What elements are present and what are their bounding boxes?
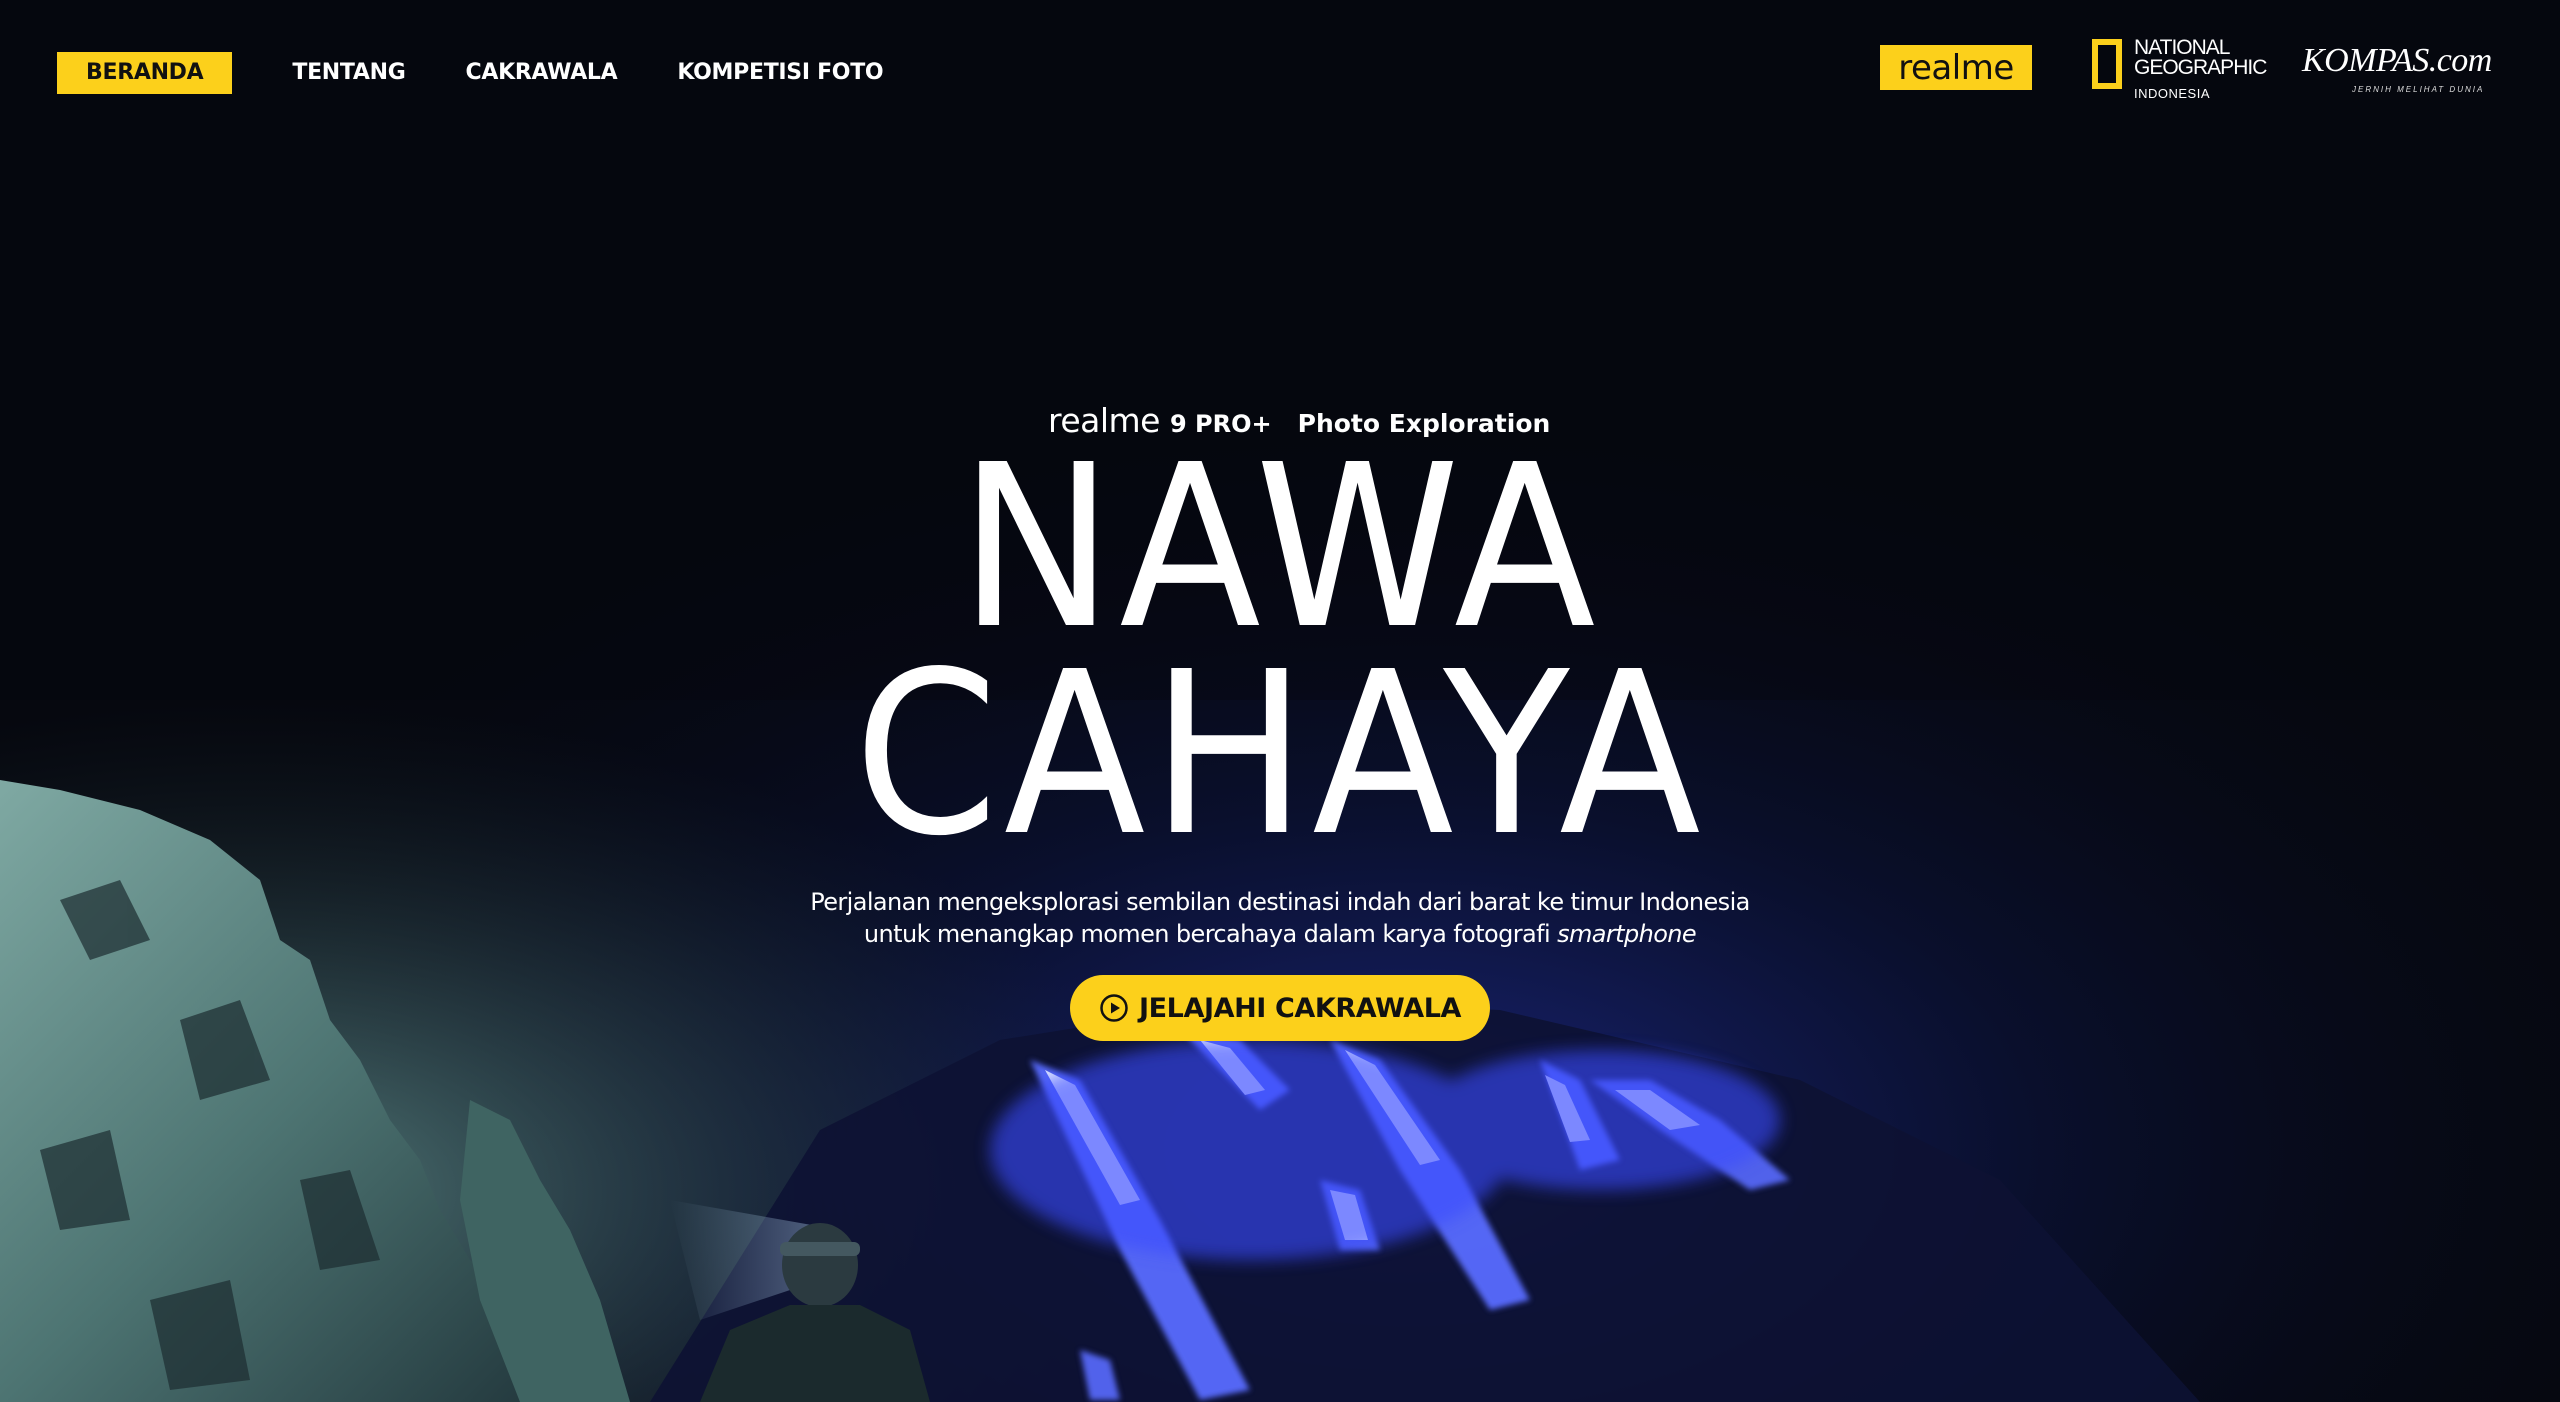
hero-description: Perjalanan mengeksplorasi sembilan desti… [0, 886, 2560, 950]
description-emphasis: smartphone [1557, 920, 1697, 948]
nav-item-beranda[interactable]: BERANDA [57, 52, 233, 94]
nav-item-kompetisi-foto[interactable]: KOMPETISI FOTO [677, 52, 883, 94]
realme-logo[interactable]: realme [1880, 45, 2032, 90]
nav-item-tentang[interactable]: TENTANG [292, 52, 405, 94]
description-line2: untuk menangkap momen bercahaya dalam ka… [863, 920, 1551, 948]
natgeo-sub: INDONESIA [2134, 86, 2211, 101]
kompas-wordmark: KOMPAS.com [2302, 42, 2492, 79]
hero-title-line2: CAHAYA [853, 624, 1707, 886]
kompas-tagline: JERNIH MELIHAT DUNIA [2352, 85, 2485, 94]
kompas-logo[interactable]: KOMPAS.com JERNIH MELIHAT DUNIA [2302, 42, 2532, 102]
natgeo-yellow-frame-icon [2092, 39, 2122, 89]
description-line1: Perjalanan mengeksplorasi sembilan desti… [810, 888, 1750, 916]
explore-cakrawala-button[interactable]: JELAJAHI CAKRAWALA [1070, 975, 1490, 1041]
play-circle-icon [1099, 993, 1129, 1023]
natgeo-wordmark: NATIONAL GEOGRAPHIC [2134, 36, 2267, 79]
cta-label: JELAJAHI CAKRAWALA [1138, 992, 1462, 1024]
main-nav: BERANDA TENTANG CAKRAWALA KOMPETISI FOTO [57, 52, 943, 94]
natgeo-logo[interactable]: NATIONAL GEOGRAPHIC INDONESIA [2092, 36, 2272, 104]
nav-item-cakrawala[interactable]: CAKRAWALA [466, 52, 618, 94]
